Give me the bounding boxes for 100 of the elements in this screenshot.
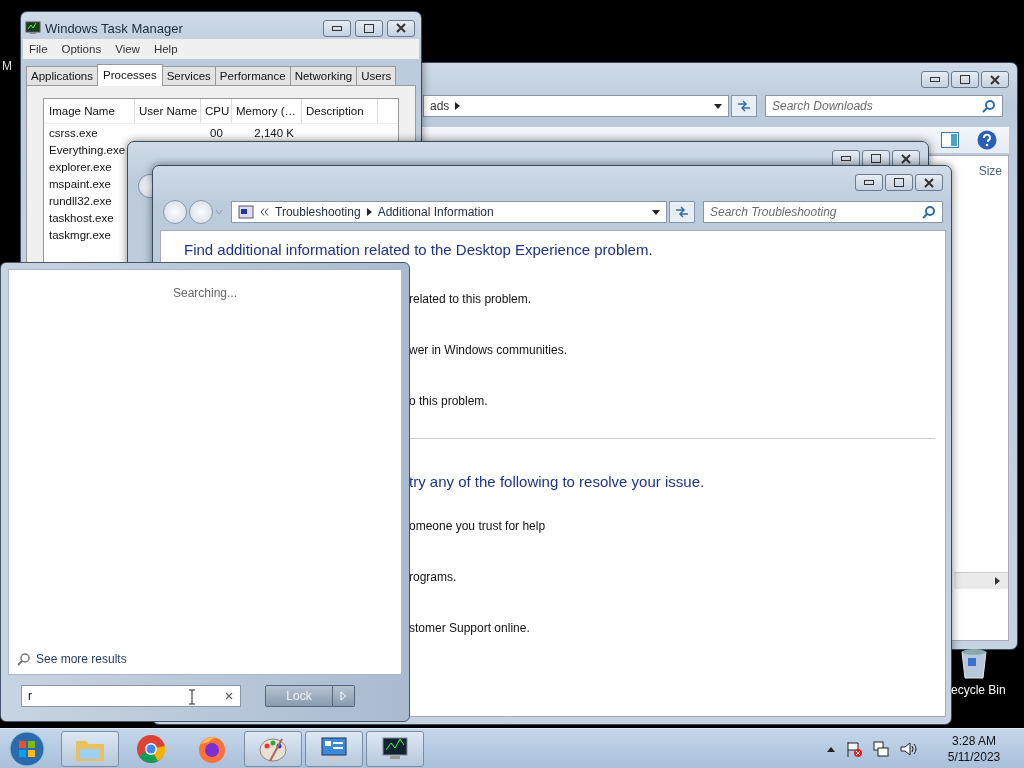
back-button[interactable] xyxy=(138,174,152,198)
clear-icon[interactable] xyxy=(224,691,234,701)
control-panel-icon xyxy=(238,205,254,219)
search-field[interactable]: r xyxy=(21,685,241,707)
refresh-icon xyxy=(675,206,689,218)
column-header[interactable]: Description xyxy=(302,99,378,123)
browser-icon xyxy=(136,733,166,764)
taskbar-button[interactable] xyxy=(366,730,424,767)
column-header[interactable]: Size xyxy=(978,164,1002,178)
option-text[interactable]: omeone you trust for help xyxy=(409,519,945,541)
recycle-bin-icon[interactable] xyxy=(958,646,990,680)
address-bar[interactable]: ads xyxy=(423,95,729,117)
text-cursor-icon xyxy=(188,689,196,705)
control-panel-icon xyxy=(319,734,349,763)
column-header[interactable]: User Name xyxy=(135,99,201,123)
status-text: Searching... xyxy=(172,286,237,300)
table-cell-text: csrss.exe xyxy=(48,126,99,139)
taskbar-button[interactable] xyxy=(305,730,363,767)
close-button[interactable] xyxy=(981,71,1009,88)
refresh-icon xyxy=(737,100,751,112)
table-cell-text: 2,140 K xyxy=(253,126,295,139)
option-text[interactable]: wer in Windows communities. xyxy=(409,343,945,365)
table-cell-text: rundll32.exe xyxy=(48,194,113,207)
chevron-icon[interactable] xyxy=(366,208,372,216)
tab[interactable]: Performance xyxy=(214,66,291,85)
scroll-arrow-icon[interactable] xyxy=(995,577,1000,585)
tab[interactable]: Networking xyxy=(289,66,358,85)
minimize-icon xyxy=(332,25,342,31)
dropdown-icon[interactable] xyxy=(714,103,722,109)
table-cell-text: 00 xyxy=(209,126,224,139)
option-text[interactable]: related to this problem. xyxy=(409,292,945,314)
flag-icon[interactable] xyxy=(845,739,863,758)
heading: Find additional information related to the Desktop Experience problem. xyxy=(184,241,654,260)
minimize-icon xyxy=(864,180,874,185)
minimize-button[interactable] xyxy=(921,71,949,88)
close-icon xyxy=(901,153,911,164)
window-title: Windows Task Manager xyxy=(45,20,183,36)
maximize-icon xyxy=(960,75,970,84)
table-cell-text: taskhost.exe xyxy=(48,211,115,224)
close-icon xyxy=(396,23,406,33)
play-icon xyxy=(340,691,347,701)
network-icon[interactable] xyxy=(872,739,890,758)
see-more-link[interactable]: See more results xyxy=(36,652,127,666)
close-button[interactable] xyxy=(387,19,415,37)
refresh-button[interactable] xyxy=(669,201,695,223)
start-button[interactable] xyxy=(8,729,46,768)
menu-item[interactable]: Options xyxy=(61,43,102,55)
tab[interactable]: Services xyxy=(161,66,216,85)
desktop-text: M xyxy=(2,59,12,73)
heading: try any of the following to resolve your issue. xyxy=(409,473,706,490)
maximize-icon xyxy=(364,23,374,33)
column-header[interactable]: Memory (… xyxy=(232,99,302,123)
refresh-button[interactable] xyxy=(731,95,757,117)
tab[interactable]: Applications xyxy=(26,66,98,85)
maximize-button[interactable] xyxy=(885,174,913,191)
menu-item[interactable]: Help xyxy=(153,43,178,55)
option-text[interactable]: rograms. xyxy=(409,570,945,592)
tab[interactable]: Users xyxy=(356,66,397,85)
search-icon xyxy=(17,652,31,666)
breadcrumb-item[interactable]: Additional Information xyxy=(377,205,494,219)
maximize-icon xyxy=(871,154,881,163)
table-cell-text: Everything.exe xyxy=(48,143,127,156)
volume-icon[interactable] xyxy=(899,739,917,758)
arrow-button[interactable] xyxy=(333,685,355,707)
address-bar[interactable]: Troubleshooting Additional Information xyxy=(231,201,667,223)
minimize-button[interactable] xyxy=(855,174,883,191)
clock-time[interactable]: 3:28 AM xyxy=(952,732,996,749)
minimize-icon xyxy=(930,77,940,82)
column-header[interactable]: Image Name xyxy=(44,99,135,123)
option-text[interactable]: o this problem. xyxy=(409,394,945,416)
search-field[interactable]: Search Downloads xyxy=(765,95,1003,117)
search-icon xyxy=(982,99,996,113)
monitor-icon xyxy=(25,21,41,35)
minimize-icon xyxy=(841,156,851,161)
search-field[interactable]: Search Troubleshooting xyxy=(703,201,943,223)
menu-item[interactable]: View xyxy=(115,43,140,55)
close-icon xyxy=(990,74,1000,85)
option-text[interactable]: stomer Support online. xyxy=(409,621,945,643)
dropdown-icon[interactable] xyxy=(652,209,660,215)
help-icon[interactable] xyxy=(977,130,997,150)
back-button[interactable] xyxy=(163,200,187,224)
overflow-icon[interactable] xyxy=(260,208,269,216)
preview-pane-icon[interactable] xyxy=(941,132,959,148)
breadcrumb-item[interactable]: Troubleshooting xyxy=(275,205,361,219)
table-cell-text: explorer.exe xyxy=(48,160,113,173)
table-cell-text: mspaint.exe xyxy=(48,177,112,190)
maximize-button[interactable] xyxy=(355,19,383,37)
scroll-bar[interactable] xyxy=(954,572,1008,589)
chevron-icon[interactable] xyxy=(455,102,461,110)
forward-button[interactable] xyxy=(189,200,213,224)
menu-item[interactable]: File xyxy=(29,43,48,55)
close-button[interactable] xyxy=(915,174,943,191)
maximize-icon xyxy=(894,178,904,187)
icon-label[interactable]: ecycle Bin xyxy=(951,683,1006,697)
column-header[interactable]: CPU xyxy=(201,99,232,123)
search-icon xyxy=(922,205,936,219)
tab[interactable]: Processes xyxy=(97,64,163,86)
maximize-button[interactable] xyxy=(951,71,979,88)
clock-date[interactable]: 5/11/2023 xyxy=(947,748,1001,765)
minimize-button[interactable] xyxy=(323,19,351,37)
